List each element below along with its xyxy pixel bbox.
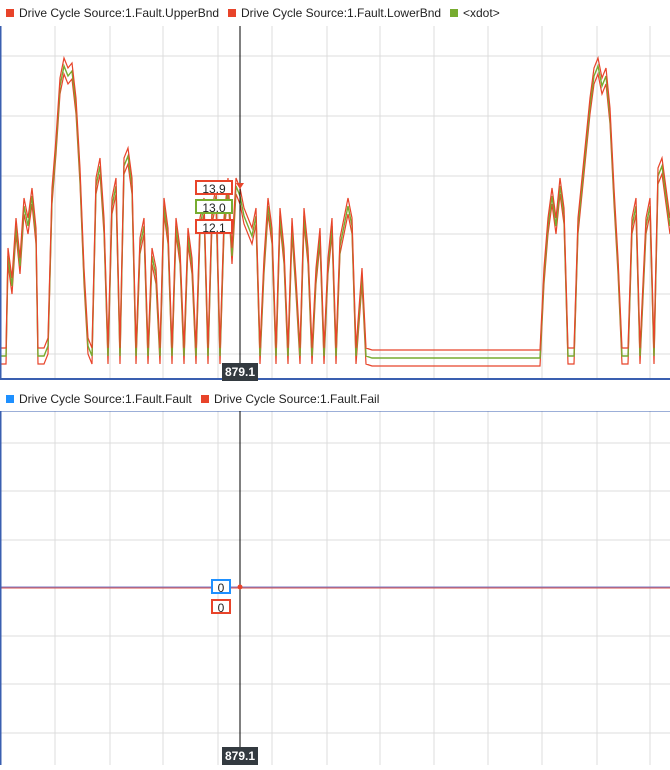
xdot-swatch-icon (450, 9, 458, 17)
cursor-value-fail: 0 (211, 599, 231, 615)
fail-swatch-icon (201, 395, 209, 403)
fault-swatch-icon (6, 395, 14, 403)
legend-item-fail[interactable]: Drive Cycle Source:1.Fault.Fail (201, 386, 379, 412)
bottom-plot-canvas[interactable] (0, 410, 670, 765)
top-plot-canvas[interactable] (0, 26, 670, 380)
cursor-value-lowerbnd: 12.1 (195, 219, 233, 235)
lowerbnd-swatch-icon (228, 9, 236, 17)
legend-label-lowerbnd: Drive Cycle Source:1.Fault.LowerBnd (241, 6, 442, 20)
upperbnd-swatch-icon (6, 9, 14, 17)
top-cursor-time-label[interactable]: 879.1 (222, 363, 258, 381)
legend-label-fault: Drive Cycle Source:1.Fault.Fault (19, 392, 192, 406)
bottom-cursor-time-label[interactable]: 879.1 (222, 747, 258, 765)
legend-label-xdot: <xdot> (463, 6, 500, 20)
legend-label-upperbnd: Drive Cycle Source:1.Fault.UpperBnd (19, 6, 220, 20)
bottom-plot[interactable]: 0 0 879.1 (0, 410, 670, 765)
top-plot[interactable]: 13.9 13.0 12.1 879.1 (0, 26, 670, 381)
legend-item-xdot[interactable]: <xdot> (450, 0, 500, 26)
bottom-legend: Drive Cycle Source:1.Fault.Fault Drive C… (0, 386, 670, 412)
cursor-value-xdot: 13.0 (195, 199, 233, 215)
legend-item-lowerbnd[interactable]: Drive Cycle Source:1.Fault.LowerBnd (228, 0, 441, 26)
legend-label-fail: Drive Cycle Source:1.Fault.Fail (214, 392, 380, 406)
legend-item-fault[interactable]: Drive Cycle Source:1.Fault.Fault (6, 386, 192, 412)
top-legend: Drive Cycle Source:1.Fault.UpperBnd Driv… (0, 0, 670, 26)
cursor-value-upperbnd: 13.9 (195, 180, 233, 196)
bottom-cursor-marker-icon (237, 584, 243, 590)
legend-item-upperbnd[interactable]: Drive Cycle Source:1.Fault.UpperBnd (6, 0, 219, 26)
cursor-value-fault: 0 (211, 579, 231, 595)
